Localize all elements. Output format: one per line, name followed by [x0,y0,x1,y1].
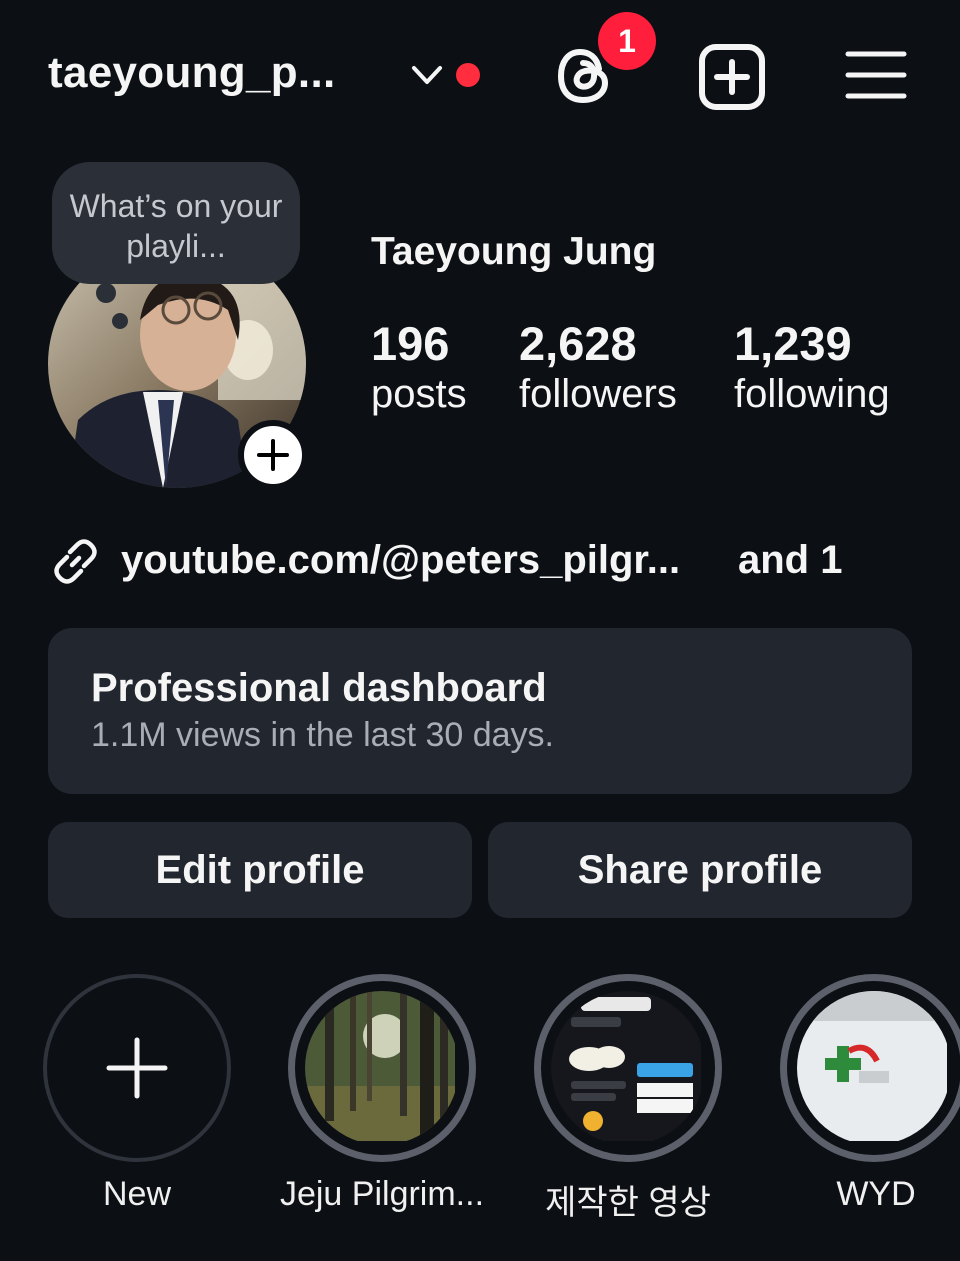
followers-label[interactable]: followers [519,372,677,417]
posts-label[interactable]: posts [371,372,467,417]
highlight-label-wyd: WYD [836,1175,916,1213]
dashboard-subtitle: 1.1M views in the last 30 days. [91,716,555,754]
note-bubble[interactable]: What’s on your playli... [52,162,300,284]
profile-link[interactable]: youtube.com/@peters_pilgr... [121,538,680,583]
chevron-down-icon[interactable] [410,60,444,90]
menu-icon[interactable] [845,50,907,100]
notification-badge: 1 [598,12,656,70]
edit-profile-button[interactable]: Edit profile [48,822,472,918]
plus-icon [106,1037,168,1099]
profile-link-more[interactable]: and 1 [738,538,842,583]
new-post-icon[interactable] [697,42,767,112]
highlight-videos[interactable] [534,974,722,1162]
posts-count[interactable]: 196 [371,316,449,371]
note-bubble-tail [96,283,116,303]
following-count[interactable]: 1,239 [734,316,852,371]
highlight-label-jeju: Jeju Pilgrim... [279,1175,485,1213]
dashboard-title: Professional dashboard [91,666,547,710]
share-profile-button[interactable]: Share profile [488,822,912,918]
highlight-label-videos: 제작한 영상 [545,1184,711,1222]
highlight-label-new: New [102,1175,172,1213]
username-title[interactable]: taeyoung_p... [48,48,336,98]
professional-dashboard-card[interactable] [48,628,912,794]
add-story-button[interactable] [238,420,308,490]
following-label[interactable]: following [734,372,890,417]
note-bubble-tail-small [112,313,128,329]
full-name: Taeyoung Jung [371,230,657,273]
highlight-chat-image [551,991,701,1141]
notification-dot [456,63,480,87]
followers-count[interactable]: 2,628 [519,316,637,371]
highlight-shirt-image [797,991,947,1141]
new-highlight-button[interactable] [43,974,231,1162]
plus-icon [257,439,289,471]
link-icon [54,539,97,584]
highlight-forest-image [305,991,455,1141]
highlight-jeju[interactable] [288,974,476,1162]
highlight-wyd[interactable] [780,974,960,1162]
